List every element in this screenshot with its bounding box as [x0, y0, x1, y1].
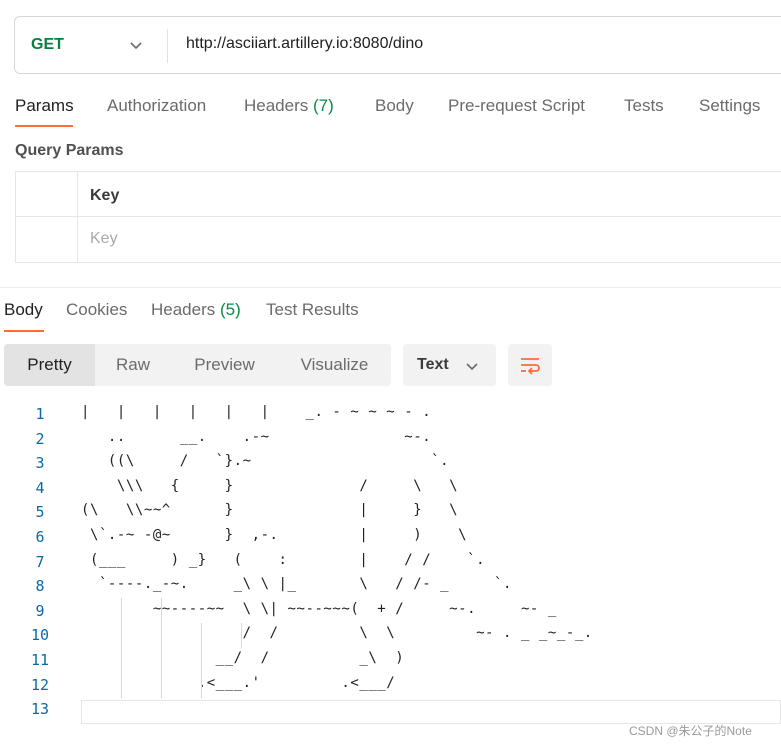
tab-response-body[interactable]: Body: [4, 300, 43, 320]
code-text: ~~----~~ \ \| ~~--~~~( + / ~-. ~- _: [81, 600, 557, 617]
line-number: 12: [30, 675, 50, 694]
active-tab-indicator: [4, 330, 44, 332]
indent-guide: [201, 623, 202, 698]
tab-label: Authorization: [107, 96, 207, 115]
code-text: (\ \\~~^ } | } \: [81, 502, 459, 519]
wrap-lines-icon: [521, 358, 540, 375]
column-divider: [77, 172, 78, 262]
line-number: 5: [35, 503, 45, 522]
tab-test-results[interactable]: Test Results: [266, 300, 359, 320]
view-visualize-button[interactable]: Visualize: [278, 344, 391, 386]
code-line: 2 .. __. .-~ ~-.: [0, 427, 781, 452]
wrap-lines-button[interactable]: [508, 344, 552, 386]
response-tabs: Body Cookies Headers (5) Test Results: [4, 300, 781, 332]
watermark: CSDN @朱公子的Note: [629, 724, 752, 738]
code-line: 11 __/ / _\ ): [0, 648, 781, 673]
tab-label: Test Results: [266, 300, 359, 319]
code-line: 4 \\\ { } / \ \: [0, 476, 781, 501]
code-line: 5 (\ \\~~^ } | } \: [0, 500, 781, 525]
headers-count-badge: (7): [313, 96, 334, 115]
code-text: .. __. .-~ ~-.: [81, 428, 432, 445]
code-line: 9 ~~----~~ \ \| ~~--~~~( + / ~-. ~- _: [0, 599, 781, 624]
tab-label: Params: [15, 96, 74, 115]
url-divider: [167, 29, 168, 63]
code-text: `----._-~. _\ \ |_ \ / /- _ `.: [81, 576, 512, 593]
indent-guide: [241, 623, 242, 648]
query-params-title: Query Params: [15, 142, 124, 159]
tab-label: Cookies: [66, 300, 128, 319]
line-number: 1: [35, 405, 45, 423]
code-text: | | | | | | _. - ~ ~ ~ - .: [81, 404, 432, 420]
tab-headers[interactable]: Headers (7): [244, 96, 334, 116]
code-text: .<___.' .<___/: [81, 674, 396, 691]
code-line: 12 .<___.' .<___/: [0, 673, 781, 698]
tab-tests[interactable]: Tests: [624, 96, 664, 116]
code-text: / / \ \ ~- . _ _~_-_.: [81, 625, 593, 642]
code-text: (___ ) _} ( : | / / `.: [81, 551, 486, 568]
code-text: \`.-~ -@~ } ,-. | ) \: [81, 527, 468, 543]
chevron-down-icon[interactable]: [129, 38, 143, 52]
request-url-bar: GET http://asciiart.artillery.io:8080/di…: [14, 16, 781, 74]
tab-settings[interactable]: Settings: [699, 96, 760, 116]
line-number: 13: [30, 700, 50, 719]
code-text: __/ / _\ ): [81, 650, 405, 666]
params-table: Key Key: [15, 171, 781, 263]
line-number: 4: [35, 478, 45, 497]
view-raw-button[interactable]: Raw: [95, 344, 171, 386]
tab-label: Pre-request Script: [448, 96, 585, 115]
line-number: 7: [35, 552, 45, 571]
view-mode-switcher: Pretty Raw Preview Visualize: [4, 344, 391, 386]
tab-body[interactable]: Body: [375, 96, 414, 116]
line-number: 3: [35, 454, 45, 473]
line-number: 9: [35, 601, 45, 620]
code-line: 10 / / \ \ ~- . _ _~_-_.: [0, 623, 781, 648]
code-line: 3 ((\ / `}.~ `.: [0, 451, 781, 476]
view-preview-button[interactable]: Preview: [171, 344, 278, 386]
tab-label: Headers: [151, 300, 216, 319]
chevron-down-icon: [466, 363, 478, 371]
code-text: \\\ { } / \ \: [81, 477, 459, 494]
line-number: 11: [30, 651, 50, 669]
tab-label: Settings: [699, 96, 761, 115]
code-line: 8 `----._-~. _\ \ |_ \ / /- _ `.: [0, 574, 781, 599]
tab-label: Tests: [624, 96, 664, 115]
tab-label: Body: [4, 300, 43, 319]
indent-guide: [121, 598, 122, 698]
tab-label: Headers: [244, 96, 309, 115]
line-number: 8: [35, 577, 45, 596]
code-line: 7 (___ ) _} ( : | / / `.: [0, 550, 781, 575]
request-tabs: Params Authorization Headers (7) Body Pr…: [15, 96, 781, 128]
section-divider: [0, 287, 781, 288]
indent-guide: [161, 598, 162, 698]
url-input[interactable]: http://asciiart.artillery.io:8080/dino: [186, 35, 423, 53]
tab-label: Body: [375, 96, 414, 115]
key-input[interactable]: Key: [90, 230, 118, 248]
current-line-highlight: [81, 700, 781, 724]
code-text: ((\ / `}.~ `.: [81, 453, 450, 470]
key-column-header: Key: [90, 187, 120, 204]
tab-pre-request-script[interactable]: Pre-request Script: [448, 96, 585, 116]
method-select[interactable]: GET: [31, 36, 64, 54]
format-select[interactable]: Text: [403, 344, 496, 386]
line-number: 6: [35, 528, 45, 546]
tab-params[interactable]: Params: [15, 96, 74, 116]
tab-response-headers[interactable]: Headers (5): [151, 300, 241, 320]
tab-cookies[interactable]: Cookies: [66, 300, 127, 320]
line-number: 10: [30, 626, 50, 645]
code-line: 1 | | | | | | _. - ~ ~ ~ - .: [0, 402, 781, 427]
active-tab-indicator: [15, 125, 73, 127]
params-row: Key: [16, 217, 781, 262]
params-header-row: Key: [16, 172, 781, 217]
line-number: 2: [35, 429, 45, 448]
view-pretty-button[interactable]: Pretty: [4, 344, 95, 386]
code-line: 6 \`.-~ -@~ } ,-. | ) \: [0, 525, 781, 550]
format-label: Text: [417, 356, 449, 373]
tab-authorization[interactable]: Authorization: [107, 96, 206, 116]
headers-count-badge: (5): [220, 300, 241, 319]
response-body-code[interactable]: 1 | | | | | | _. - ~ ~ ~ - . 2 .. __. .-~ …: [0, 402, 781, 722]
